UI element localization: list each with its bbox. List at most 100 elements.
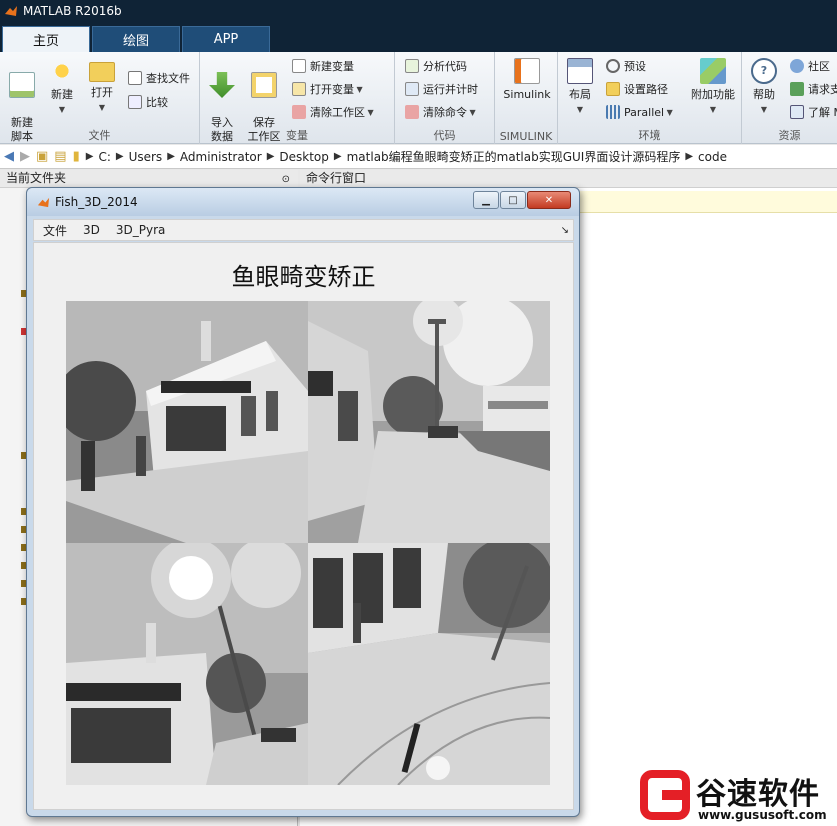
folder-icon: ▮ [72, 149, 80, 164]
figure-title: Fish_3D_2014 [55, 195, 138, 209]
help-button[interactable]: ? 帮助 ▼ [744, 56, 784, 117]
breadcrumb-c[interactable]: C: [98, 150, 110, 164]
gususoft-logo-icon [640, 770, 690, 820]
command-window-header: 命令行窗口 [300, 170, 837, 188]
corrected-image-bottom-left [66, 543, 308, 785]
menu-file[interactable]: 文件 [43, 222, 67, 239]
learn-icon [790, 105, 804, 119]
watermark: 谷速软件 www.gususoft.com [640, 770, 837, 826]
simulink-icon [514, 58, 540, 84]
community-button[interactable]: 社区 [790, 56, 830, 76]
simulink-group-label: SIMULINK [499, 130, 553, 143]
find-files-button[interactable]: 查找文件 [128, 68, 190, 88]
clear-commands-icon [405, 105, 419, 119]
breadcrumb-project-folder[interactable]: matlab编程鱼眼畸变矫正的matlab实现GUI界面设计源码程序 [347, 148, 681, 165]
environment-group-label: 环境 [638, 129, 661, 142]
figure-menubar: 文件 3D 3D_Pyra ↘ [33, 219, 574, 241]
address-bar: ◀ ▶ ▣ ▤ ▮ ▶ C: ▶ Users ▶ Administrator ▶… [0, 145, 837, 169]
panel-menu-icon[interactable]: ⊙ [282, 171, 290, 188]
breadcrumb-separator: ▶ [685, 151, 694, 162]
parallel-button[interactable]: Parallel ▼ [606, 102, 673, 122]
breadcrumb-desktop[interactable]: Desktop [279, 150, 329, 164]
back-arrow-icon[interactable]: ◀ [4, 149, 14, 164]
up-folder-icon[interactable]: ▣ [36, 149, 48, 164]
environment-group: 布局 ▼ 预设 设置路径 Parallel ▼ 附加功能 ▼ 环境 [558, 52, 742, 144]
current-folder-header: 当前文件夹 ⊙ [0, 170, 298, 188]
app-title: MATLAB R2016b [23, 4, 122, 18]
breadcrumb-separator: ▶ [85, 151, 94, 162]
file-group-label: 文件 [88, 129, 111, 142]
clear-workspace-icon [292, 105, 306, 119]
tab-home[interactable]: 主页 [2, 26, 90, 52]
watermark-url: www.gususoft.com [698, 808, 827, 822]
simulink-button[interactable]: Simulink [501, 56, 553, 102]
save-workspace-icon [251, 72, 277, 98]
addons-icon [700, 58, 726, 84]
code-group-label: 代码 [433, 129, 456, 142]
ribbon-tabs: 主页 绘图 APP [0, 22, 837, 52]
tab-plots[interactable]: 绘图 [92, 26, 180, 52]
layout-icon [567, 58, 593, 84]
browse-folder-icon[interactable]: ▤ [54, 149, 66, 164]
new-button[interactable]: 新建 ▼ [42, 56, 82, 117]
preferences-button[interactable]: 预设 [606, 56, 646, 76]
compare-icon [128, 95, 142, 109]
forward-arrow-icon[interactable]: ▶ [20, 149, 30, 164]
maximize-button[interactable]: □ [500, 191, 526, 209]
resources-group-label: 资源 [778, 129, 801, 142]
community-icon [790, 59, 804, 73]
run-and-time-button[interactable]: 运行并计时 [405, 79, 478, 99]
open-variable-icon [292, 82, 306, 96]
request-support-icon [790, 82, 804, 96]
layout-button[interactable]: 布局 ▼ [560, 56, 600, 117]
breadcrumb-code[interactable]: code [698, 150, 727, 164]
request-support-button[interactable]: 请求支 [790, 79, 837, 99]
close-icon: ✕ [544, 194, 554, 206]
corrected-image-top-left [66, 301, 308, 543]
gear-icon [606, 59, 620, 73]
variable-group-label: 变量 [286, 129, 308, 142]
breadcrumb-separator: ▶ [266, 151, 275, 162]
new-variable-button[interactable]: 新建变量 [292, 56, 354, 76]
analyze-code-icon [405, 59, 419, 73]
parallel-icon [606, 105, 620, 119]
close-button[interactable]: ✕ [527, 191, 571, 209]
folder-icon [89, 62, 115, 82]
clear-workspace-button[interactable]: 清除工作区 ▼ [292, 102, 374, 122]
code-group: 分析代码 运行并计时 清除命令 ▼ 代码 [395, 52, 495, 144]
breadcrumb-administrator[interactable]: Administrator [180, 150, 262, 164]
breadcrumb-separator: ▶ [333, 151, 342, 162]
help-icon: ? [751, 58, 777, 84]
resources-group: ? 帮助▼ 社区 请求支 了解 M 资源 [742, 52, 837, 144]
learn-matlab-button[interactable]: 了解 M [790, 102, 837, 122]
addons-button[interactable]: 附加功能 ▼ [688, 56, 738, 117]
set-path-button[interactable]: 设置路径 [606, 79, 668, 99]
find-files-icon [128, 71, 142, 85]
import-data-icon [209, 72, 235, 98]
new-variable-icon [292, 59, 306, 73]
minimize-button[interactable]: ▁ [473, 191, 499, 209]
minimize-icon: ▁ [482, 194, 490, 206]
plus-icon [49, 58, 75, 84]
open-button[interactable]: 打开 ▼ [82, 56, 122, 115]
menu-3d[interactable]: 3D [83, 223, 100, 237]
open-variable-button[interactable]: 打开变量 ▼ [292, 79, 363, 99]
tab-apps[interactable]: APP [182, 26, 270, 52]
corrected-image-bottom-right [308, 543, 550, 785]
variable-group: 导入 数据 保存 工作区 新建变量 打开变量 ▼ 清除工作区 ▼ 变量 [200, 52, 395, 144]
figure-window: Fish_3D_2014 ▁ □ ✕ 文件 3D 3D_Pyra ↘ 鱼眼畸变矫… [26, 187, 580, 817]
corrected-image-top-right [308, 301, 550, 543]
matlab-logo-icon [37, 197, 50, 207]
menu-3d-pyra[interactable]: 3D_Pyra [116, 223, 166, 237]
watermark-brand: 谷速软件 [696, 777, 820, 812]
menu-expand-icon[interactable]: ↘ [561, 225, 569, 236]
maximize-icon: □ [508, 194, 518, 206]
app-titlebar: MATLAB R2016b [0, 0, 837, 22]
ribbon: 新建 脚本 新建▼ 打开▼ 查找文件 比较 文件 导入 数据 保存 工作区 [0, 52, 837, 144]
clear-commands-button[interactable]: 清除命令 ▼ [405, 102, 476, 122]
analyze-code-button[interactable]: 分析代码 [405, 56, 467, 76]
figure-heading: 鱼眼畸变矫正 [231, 263, 376, 291]
breadcrumb-separator: ▶ [167, 151, 175, 162]
compare-button[interactable]: 比较 [128, 92, 168, 112]
breadcrumb-users[interactable]: Users [129, 150, 163, 164]
